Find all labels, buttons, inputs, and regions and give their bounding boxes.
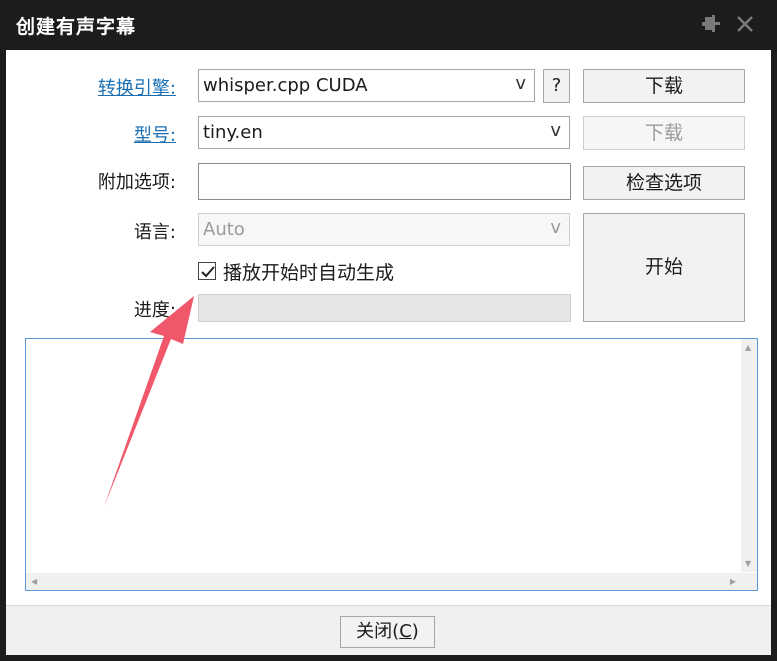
log-output-area[interactable]: ▲ ▼ ◀ ▶ [25, 338, 758, 591]
download-engine-button[interactable]: 下载 [583, 69, 745, 103]
scroll-right-icon[interactable]: ▶ [730, 577, 736, 586]
chevron-down-icon: v [550, 120, 561, 141]
options-label: 附加选项: [97, 172, 176, 193]
progress-label: 进度: [133, 300, 176, 321]
scrollbar-corner [741, 573, 757, 590]
chevron-down-icon: v [515, 73, 526, 94]
language-dropdown[interactable]: Auto v [198, 213, 570, 246]
vertical-scrollbar[interactable]: ▲ ▼ [741, 339, 757, 572]
progress-bar [198, 294, 571, 322]
model-dropdown-value: tiny.en [203, 122, 263, 143]
close-button[interactable]: 关闭(C) [340, 616, 435, 648]
engine-help-button[interactable]: ? [543, 69, 570, 103]
start-button[interactable]: 开始 [583, 213, 745, 322]
autostart-checkbox[interactable] [198, 262, 216, 280]
close-button-label-prefix: 关闭( [356, 621, 400, 642]
download-model-button[interactable]: 下载 [583, 116, 745, 150]
pin-icon[interactable] [697, 11, 723, 37]
options-input[interactable] [198, 163, 571, 200]
close-icon[interactable] [732, 11, 758, 37]
horizontal-scrollbar[interactable]: ◀ ▶ [26, 573, 741, 590]
engine-label-link[interactable]: 转换引擎: [26, 74, 176, 100]
language-dropdown-value: Auto [203, 219, 245, 240]
language-label: 语言: [133, 222, 176, 243]
check-options-button[interactable]: 检查选项 [583, 166, 745, 200]
autostart-label[interactable]: 播放开始时自动生成 [223, 258, 394, 285]
checkmark-icon [201, 266, 215, 278]
scroll-down-icon[interactable]: ▼ [745, 559, 751, 568]
dialog-window: 创建有声字幕 转换引擎: whisper.cpp CUDA v ? 下载 型号:… [0, 0, 777, 661]
scroll-up-icon[interactable]: ▲ [745, 343, 751, 352]
model-label-link[interactable]: 型号: [26, 121, 176, 147]
window-title: 创建有声字幕 [16, 16, 137, 38]
title-bar[interactable]: 创建有声字幕 [0, 0, 777, 50]
close-button-accelerator: C [399, 621, 412, 642]
scroll-left-icon[interactable]: ◀ [31, 577, 37, 586]
chevron-down-icon: v [550, 217, 561, 238]
close-button-label-suffix: ) [411, 621, 419, 642]
engine-dropdown[interactable]: whisper.cpp CUDA v [198, 69, 535, 102]
engine-dropdown-value: whisper.cpp CUDA [203, 75, 368, 96]
model-dropdown[interactable]: tiny.en v [198, 116, 570, 149]
